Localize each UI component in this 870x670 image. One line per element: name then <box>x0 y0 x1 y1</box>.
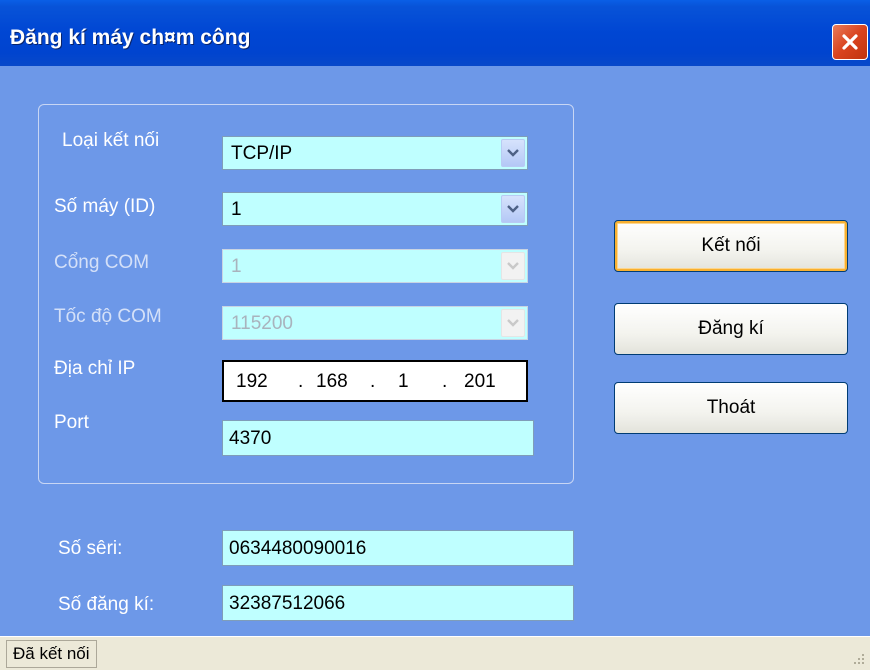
status-bar: Đã kết nối <box>0 636 870 670</box>
chevron-down-icon <box>501 252 525 280</box>
port-value: 4370 <box>229 428 272 449</box>
registration-no-label: Số đăng kí: <box>58 594 155 615</box>
registration-no-value: 32387512066 <box>229 593 346 614</box>
ip-octet-4[interactable]: 201 <box>464 371 496 393</box>
chevron-down-icon[interactable] <box>501 195 525 223</box>
ip-octet-3[interactable]: 1 <box>398 371 409 393</box>
connect-button[interactable]: Kết nối <box>614 220 848 272</box>
connection-type-label: Loại kết nối <box>62 130 160 151</box>
resize-grip-icon[interactable] <box>848 650 866 668</box>
chevron-down-icon <box>501 309 525 337</box>
title-bar[interactable]: Đăng kí máy ch¤m công <box>0 0 870 66</box>
close-button[interactable] <box>832 24 868 60</box>
register-button[interactable]: Đăng kí <box>614 303 848 355</box>
dialog-window: Đăng kí máy ch¤m công Loại kết nối TCP/I… <box>0 0 870 670</box>
close-icon <box>842 34 858 50</box>
com-speed-select: 115200 <box>222 306 528 340</box>
com-port-label: Cổng COM <box>54 252 150 273</box>
com-speed-value: 115200 <box>231 313 293 334</box>
ip-octet-2[interactable]: 168 <box>316 371 348 393</box>
machine-id-label: Số máy (ID) <box>54 196 156 217</box>
port-input[interactable]: 4370 <box>222 420 534 456</box>
exit-button[interactable]: Thoát <box>614 382 848 434</box>
ip-octet-1[interactable]: 192 <box>236 371 268 393</box>
chevron-down-icon[interactable] <box>501 139 525 167</box>
serial-input[interactable]: 0634480090016 <box>222 530 574 566</box>
ip-separator: . <box>370 371 376 392</box>
serial-label: Số sêri: <box>58 538 123 559</box>
com-speed-label: Tốc độ COM <box>54 306 162 327</box>
ip-separator: . <box>442 371 448 392</box>
com-port-value: 1 <box>231 256 242 277</box>
ip-separator: . <box>298 371 304 392</box>
status-text: Đã kết nối <box>6 640 97 668</box>
window-title: Đăng kí máy ch¤m công <box>10 26 251 49</box>
ip-address-label: Địa chỉ IP <box>54 358 136 379</box>
connection-type-value: TCP/IP <box>231 143 293 164</box>
ip-address-field[interactable]: 192 . 168 . 1 . 201 <box>222 360 528 402</box>
port-label: Port <box>54 412 89 433</box>
machine-id-value: 1 <box>231 199 242 220</box>
connection-type-select[interactable]: TCP/IP <box>222 136 528 170</box>
machine-id-select[interactable]: 1 <box>222 192 528 226</box>
registration-no-input[interactable]: 32387512066 <box>222 585 574 621</box>
com-port-select: 1 <box>222 249 528 283</box>
serial-value: 0634480090016 <box>229 538 367 559</box>
